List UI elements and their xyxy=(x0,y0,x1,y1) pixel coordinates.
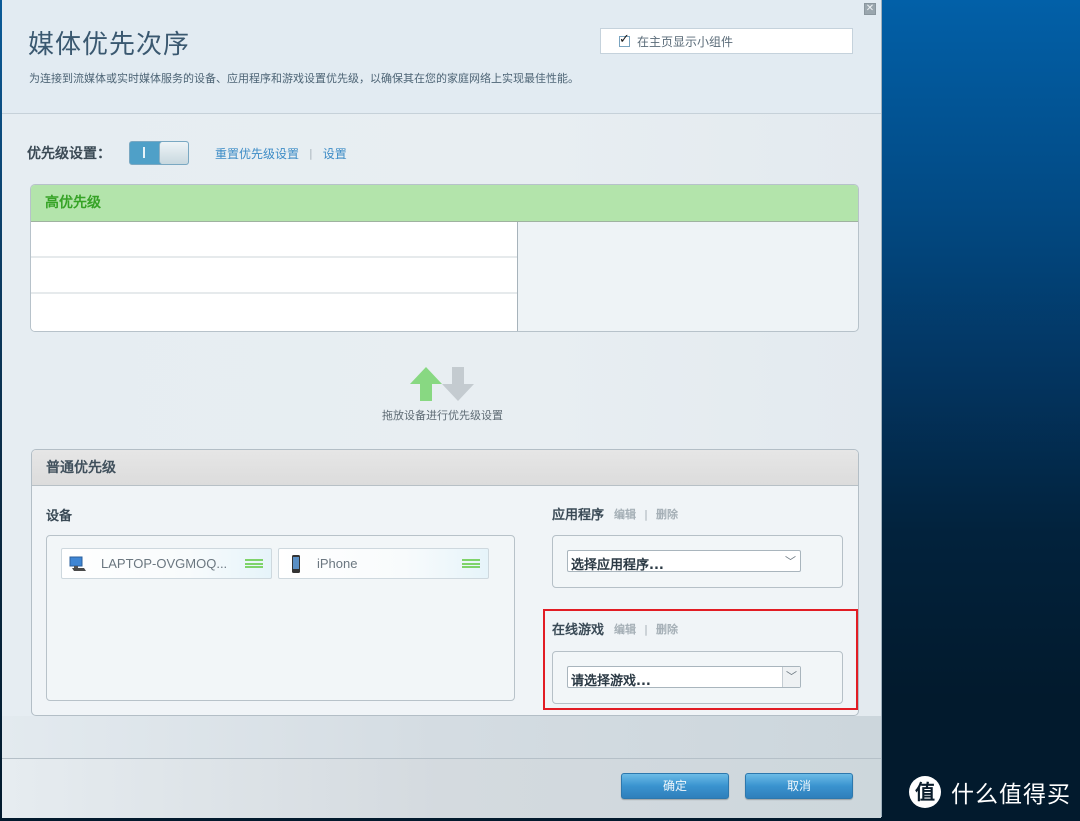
high-priority-list[interactable] xyxy=(31,222,518,331)
high-priority-panel: 高优先级 xyxy=(30,184,859,332)
show-widget-toggle[interactable]: 在主页显示小组件 xyxy=(600,28,853,54)
devices-label: 设备 xyxy=(46,509,73,524)
high-priority-slot[interactable] xyxy=(31,222,517,258)
applications-delete-link[interactable]: 删除 xyxy=(656,508,678,521)
normal-priority-panel: 普通优先级 设备 LAPTOP-OVGMOQ... iPhone 应用程序 编辑… xyxy=(31,449,859,716)
device-item[interactable]: iPhone xyxy=(278,548,489,579)
game-select[interactable]: 请选择游戏... ﹀ xyxy=(567,666,801,689)
show-widget-checkbox[interactable] xyxy=(619,32,630,47)
watermark-text: 什么值得买 xyxy=(951,782,1071,808)
ok-button[interactable]: 确定 xyxy=(621,773,729,799)
cancel-button[interactable]: 取消 xyxy=(745,773,853,799)
arrow-down-icon xyxy=(442,367,474,401)
close-icon[interactable]: ✕ xyxy=(864,3,876,15)
drag-hint: 拖放设备进行优先级设置 xyxy=(370,365,515,423)
application-select-value: 选择应用程序... xyxy=(571,558,664,573)
online-games-edit-link[interactable]: 编辑 xyxy=(614,623,636,636)
switch-on-indicator xyxy=(143,147,145,158)
watermark: 值 什么值得买 xyxy=(909,775,1071,809)
chevron-down-icon: ﹀ xyxy=(785,555,796,568)
online-games-box: 请选择游戏... ﹀ xyxy=(552,651,843,704)
devices-list: LAPTOP-OVGMOQ... iPhone xyxy=(46,535,515,701)
high-priority-title: 高优先级 xyxy=(31,185,858,222)
actions-separator: | xyxy=(644,622,649,636)
online-games-header: 在线游戏 编辑 | 删除 xyxy=(552,619,678,639)
application-select[interactable]: 选择应用程序... ﹀ xyxy=(567,550,801,573)
priority-settings-row: 优先级设置： 重置优先级设置 | 设置 xyxy=(27,140,347,166)
applications-header: 应用程序 编辑 | 删除 xyxy=(552,504,678,524)
normal-priority-title: 普通优先级 xyxy=(32,450,858,486)
link-separator: | xyxy=(309,146,313,160)
phone-icon xyxy=(292,554,300,573)
drag-handle-icon[interactable] xyxy=(462,559,480,568)
reset-priority-link[interactable]: 重置优先级设置 xyxy=(215,145,299,162)
device-name: iPhone xyxy=(317,556,358,571)
priority-settings-label: 优先级设置： xyxy=(27,146,111,162)
drag-handle-icon[interactable] xyxy=(245,559,263,568)
settings-link[interactable]: 设置 xyxy=(323,145,347,162)
online-games-delete-link[interactable]: 删除 xyxy=(656,623,678,636)
watermark-logo-icon: 值 xyxy=(909,776,941,808)
online-games-actions: 编辑 | 删除 xyxy=(614,621,678,637)
dialog-body-bottom xyxy=(2,716,881,758)
page-description: 为连接到流媒体或实时媒体服务的设备、应用程序和游戏设置优先级，以确保其在您的家庭… xyxy=(29,72,579,85)
drag-hint-text: 拖放设备进行优先级设置 xyxy=(382,409,503,422)
online-games-label: 在线游戏 xyxy=(552,623,605,638)
show-widget-label: 在主页显示小组件 xyxy=(637,34,734,49)
applications-label: 应用程序 xyxy=(552,508,605,523)
game-select-value: 请选择游戏... xyxy=(571,674,651,689)
arrow-up-icon xyxy=(410,367,442,401)
chevron-down-icon[interactable]: ﹀ xyxy=(782,667,800,687)
dialog-header: 媒体优先次序 为连接到流媒体或实时媒体服务的设备、应用程序和游戏设置优先级，以确… xyxy=(2,0,881,114)
actions-separator: | xyxy=(644,507,649,521)
device-name: LAPTOP-OVGMOQ... xyxy=(101,556,228,571)
laptop-icon xyxy=(69,556,86,571)
applications-actions: 编辑 | 删除 xyxy=(614,506,678,522)
high-priority-slot[interactable] xyxy=(31,258,517,294)
high-priority-slot[interactable] xyxy=(31,294,517,330)
switch-knob[interactable] xyxy=(159,142,188,164)
device-item[interactable]: LAPTOP-OVGMOQ... xyxy=(61,548,272,579)
priority-toggle-switch[interactable] xyxy=(129,141,189,165)
applications-box: 选择应用程序... ﹀ xyxy=(552,535,843,588)
page-title: 媒体优先次序 xyxy=(28,30,191,60)
applications-edit-link[interactable]: 编辑 xyxy=(614,508,636,521)
